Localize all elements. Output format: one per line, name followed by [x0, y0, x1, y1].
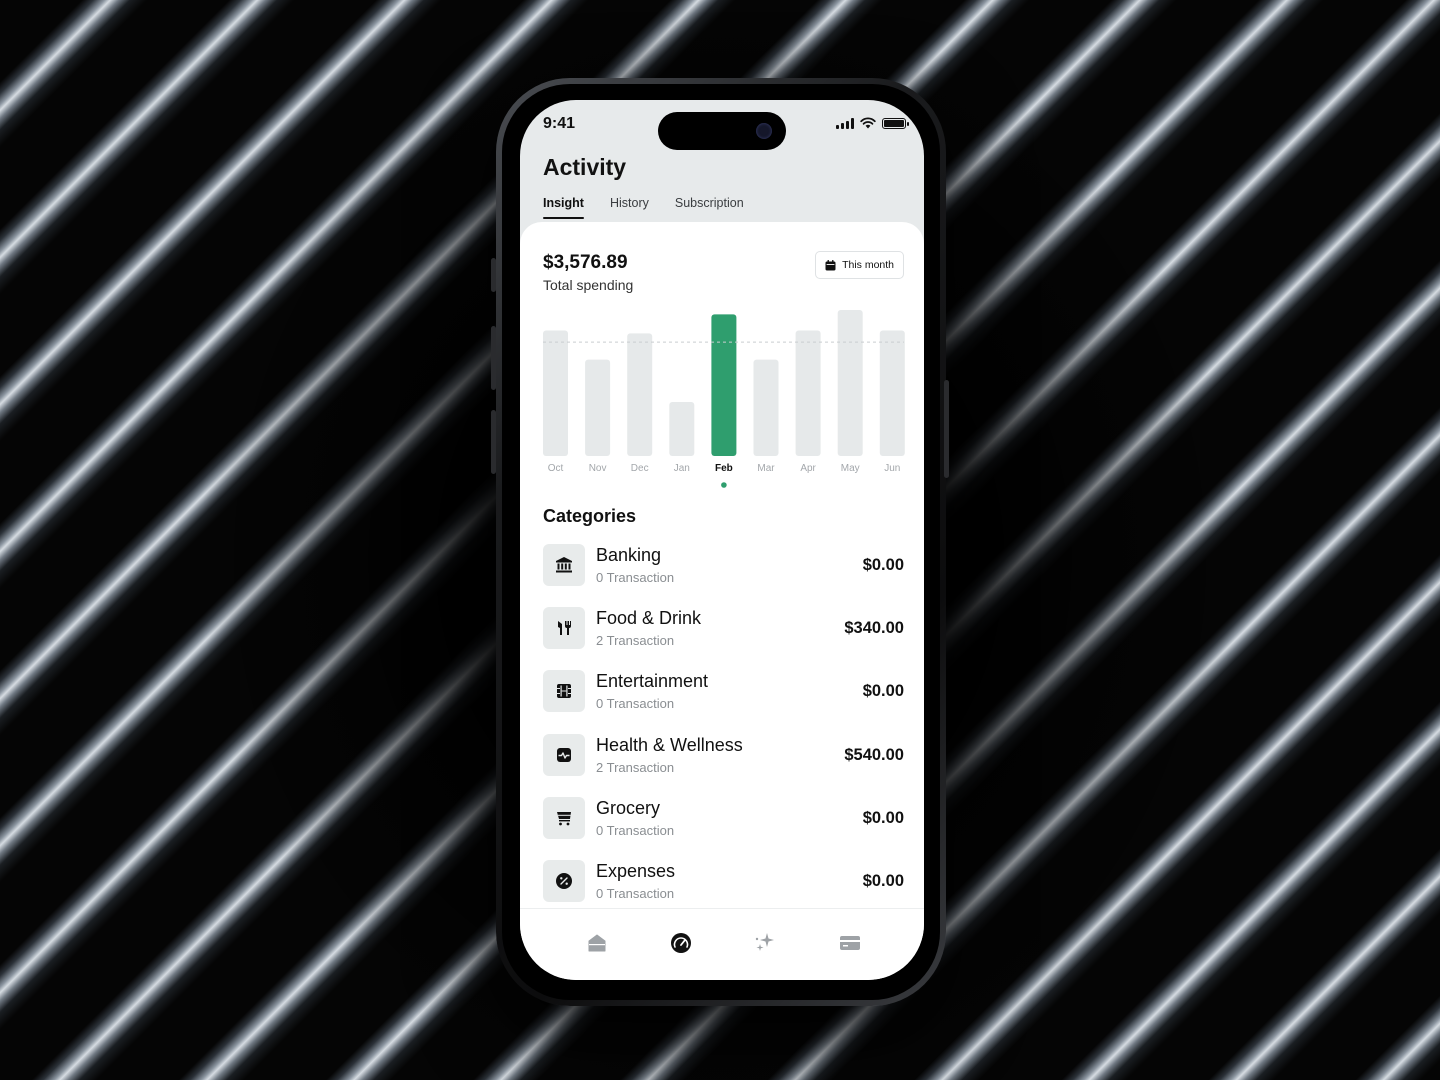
period-selector-label: This month: [842, 259, 894, 271]
page-title: Activity: [543, 154, 627, 180]
category-item-banking[interactable]: Banking 0 Transaction $0.00: [543, 542, 904, 605]
status-icons: [836, 117, 909, 129]
phone-screen: 9:41 Activity Insight History Subscripti…: [520, 100, 924, 980]
power-button: [944, 380, 949, 478]
mute-switch: [491, 258, 496, 292]
bottom-navigation: [520, 908, 924, 980]
chart-bar-may[interactable]: [837, 310, 863, 456]
category-item-food-drink[interactable]: Food & Drink 2 Transaction $340.00: [543, 605, 904, 668]
chart-tick-label: Dec: [631, 463, 649, 474]
period-selector-button[interactable]: This month: [815, 251, 904, 279]
percent-icon: [543, 859, 585, 902]
nav-ai[interactable]: [745, 923, 785, 963]
category-amount: $0.00: [862, 871, 904, 890]
chart-bar-jun[interactable]: [879, 330, 905, 456]
activity-gauge-icon: [671, 933, 691, 953]
calendar-icon: [825, 259, 836, 270]
category-count: 0 Transaction: [596, 696, 675, 712]
chart-selected-indicator: [721, 482, 727, 488]
category-amount: $340.00: [844, 619, 904, 638]
card-icon: [840, 936, 860, 950]
battery-icon: [882, 117, 909, 129]
chart-tick-label: Oct: [548, 463, 564, 474]
pulse-icon: [543, 733, 585, 776]
chart-tick-label: May: [841, 463, 860, 474]
tab-insight[interactable]: Insight: [543, 196, 584, 219]
total-spending-label: Total spending: [543, 277, 634, 293]
category-name: Entertainment: [596, 671, 709, 692]
category-count: 0 Transaction: [596, 822, 675, 838]
tab-subscription[interactable]: Subscription: [675, 196, 744, 219]
volume-down-button: [491, 410, 496, 474]
bank-icon: [543, 544, 585, 586]
category-amount: $540.00: [844, 745, 904, 764]
cart-icon: [543, 796, 585, 839]
category-item-health-wellness[interactable]: Health & Wellness 2 Transaction $540.00: [543, 732, 904, 795]
chart-bar-mar[interactable]: [753, 359, 779, 456]
chart-tick-label: Apr: [800, 463, 816, 474]
nav-home[interactable]: [577, 923, 617, 963]
home-icon: [588, 934, 606, 952]
nav-cards[interactable]: [830, 923, 870, 963]
chart-bar-feb[interactable]: [711, 314, 737, 456]
category-name: Health & Wellness: [596, 734, 743, 755]
chart-tick-label: Nov: [589, 463, 607, 474]
wifi-icon: [860, 117, 876, 129]
categories-title: Categories: [543, 506, 637, 526]
category-count: 0 Transaction: [596, 570, 675, 585]
film-icon: [543, 670, 585, 713]
signal-icon: [836, 117, 854, 129]
total-spending-amount: $3,576.89: [543, 252, 628, 273]
category-list: Banking 0 Transaction $0.00 Food & Drink…: [543, 542, 904, 921]
sparkle-icon: [755, 933, 774, 951]
category-amount: $0.00: [862, 556, 904, 574]
spending-bar-chart: Oct Nov Dec Jan Feb Mar Apr May Jun: [543, 310, 905, 488]
chart-bar-apr[interactable]: [795, 330, 821, 456]
category-count: 0 Transaction: [596, 885, 675, 901]
category-name: Expenses: [596, 860, 676, 881]
category-name: Banking: [596, 545, 662, 565]
category-count: 2 Transaction: [596, 759, 675, 775]
fork-knife-icon: [543, 607, 585, 650]
chart-bar-nov[interactable]: [585, 359, 611, 456]
chart-tick-label: Jan: [674, 463, 690, 474]
category-item-entertainment[interactable]: Entertainment 0 Transaction $0.00: [543, 668, 904, 731]
chart-tick-label: Jun: [884, 463, 900, 474]
insight-card: $3,576.89 Total spending This month Oct N…: [520, 222, 924, 922]
category-amount: $0.00: [862, 808, 904, 827]
status-time: 9:41: [543, 115, 576, 132]
dynamic-island: [658, 112, 786, 150]
chart-bar-jan[interactable]: [669, 401, 695, 456]
tab-history[interactable]: History: [610, 196, 649, 219]
category-item-grocery[interactable]: Grocery 0 Transaction $0.00: [543, 795, 904, 858]
chart-tick-label: Feb: [715, 463, 733, 474]
category-amount: $0.00: [862, 682, 904, 701]
chart-tick-label: Mar: [757, 463, 775, 474]
tab-bar: Insight History Subscription: [543, 196, 744, 219]
nav-activity[interactable]: [661, 923, 701, 963]
category-count: 2 Transaction: [596, 633, 675, 649]
volume-up-button: [491, 326, 496, 390]
chart-bar-dec[interactable]: [627, 333, 653, 456]
category-name: Food & Drink: [596, 608, 702, 629]
category-name: Grocery: [596, 797, 661, 818]
chart-bar-oct[interactable]: [543, 330, 568, 456]
camera-icon: [756, 123, 772, 139]
